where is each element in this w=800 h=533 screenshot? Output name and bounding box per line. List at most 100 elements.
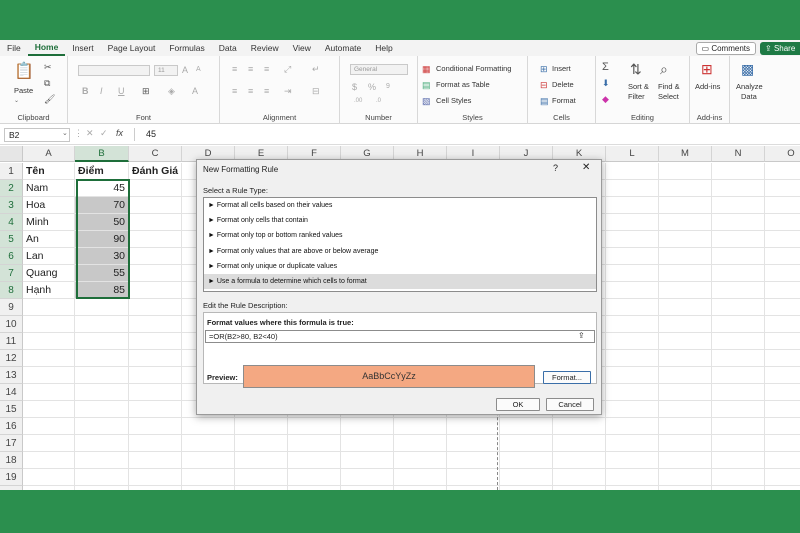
addins-button[interactable]: Add-ins <box>695 82 720 92</box>
delete-cells-button[interactable]: Delete <box>552 80 574 90</box>
align-bottom-icon[interactable]: ≡ <box>264 64 269 74</box>
cell[interactable] <box>712 486 765 490</box>
ok-button[interactable]: OK <box>496 398 540 411</box>
formula-field[interactable]: =OR(B2>80, B2<40) <box>205 330 595 343</box>
cell[interactable] <box>659 248 712 265</box>
cell[interactable] <box>182 452 235 469</box>
find-select-icon[interactable]: ⌕ <box>660 62 668 76</box>
cell[interactable] <box>606 418 659 435</box>
cancel-entry-icon[interactable]: ✕ <box>86 128 94 139</box>
cell[interactable] <box>129 248 182 265</box>
decrease-font-icon[interactable]: A <box>196 65 201 75</box>
cell[interactable] <box>129 486 182 490</box>
cell[interactable] <box>129 350 182 367</box>
cell[interactable] <box>712 401 765 418</box>
row-header[interactable]: 15 <box>0 401 23 418</box>
column-header[interactable]: B <box>75 146 129 162</box>
column-header[interactable]: L <box>606 146 659 162</box>
row-header[interactable]: 16 <box>0 418 23 435</box>
cell[interactable] <box>23 384 75 401</box>
cell[interactable] <box>606 452 659 469</box>
cell[interactable] <box>341 452 394 469</box>
cell[interactable] <box>606 248 659 265</box>
cell[interactable] <box>659 486 712 490</box>
cell[interactable] <box>23 350 75 367</box>
cell[interactable] <box>23 469 75 486</box>
cell[interactable] <box>75 350 129 367</box>
analyze-line2[interactable]: Data <box>741 92 757 102</box>
score-cell[interactable]: 90 <box>75 231 129 248</box>
rule-type-item[interactable]: ► Format only unique or duplicate values <box>204 259 596 274</box>
row-header[interactable]: 4 <box>0 214 23 231</box>
fill-icon[interactable]: ⬇ <box>602 78 610 88</box>
tab-help[interactable]: Help <box>368 40 399 56</box>
comments-button[interactable]: ▭ Comments <box>695 42 756 55</box>
cell[interactable] <box>606 197 659 214</box>
cell[interactable] <box>129 180 182 197</box>
cell[interactable] <box>500 469 553 486</box>
cell[interactable] <box>394 486 447 490</box>
row-header[interactable]: 20 <box>0 486 23 490</box>
comma-icon[interactable]: 9 <box>386 82 390 92</box>
cell[interactable] <box>288 435 341 452</box>
cell[interactable] <box>659 367 712 384</box>
underline-icon[interactable]: U <box>118 86 125 96</box>
rule-type-item[interactable]: ► Format all cells based on their values <box>204 198 596 213</box>
header-cell[interactable]: Tên <box>23 163 75 180</box>
name-box-dropdown-icon[interactable]: ⌄ <box>62 129 68 137</box>
cell[interactable] <box>288 486 341 490</box>
row-header[interactable]: 5 <box>0 231 23 248</box>
cell[interactable] <box>765 248 800 265</box>
cell[interactable] <box>606 333 659 350</box>
cell[interactable] <box>235 469 288 486</box>
cell[interactable] <box>288 452 341 469</box>
cell[interactable] <box>765 384 800 401</box>
insert-cells-button[interactable]: Insert <box>552 64 571 74</box>
row-header[interactable]: 3 <box>0 197 23 214</box>
cell[interactable] <box>659 163 712 180</box>
align-middle-icon[interactable]: ≡ <box>248 64 253 74</box>
cell[interactable] <box>500 435 553 452</box>
tab-data[interactable]: Data <box>212 40 244 56</box>
fill-color-icon[interactable]: ◈ <box>168 86 175 96</box>
cell[interactable] <box>553 435 606 452</box>
cell[interactable] <box>288 418 341 435</box>
cell[interactable] <box>659 350 712 367</box>
score-cell[interactable]: 85 <box>75 282 129 299</box>
cell[interactable] <box>659 401 712 418</box>
rule-type-item[interactable]: ► Format only cells that contain <box>204 213 596 228</box>
share-button[interactable]: ⇪ Share <box>760 42 800 55</box>
cell[interactable] <box>129 299 182 316</box>
cell[interactable] <box>606 350 659 367</box>
addins-icon[interactable]: ⊞ <box>701 62 713 76</box>
insert-function-icon[interactable]: fx <box>116 128 123 138</box>
header-cell[interactable]: Điểm <box>75 163 129 180</box>
align-top-icon[interactable]: ≡ <box>232 64 237 74</box>
cell[interactable] <box>765 180 800 197</box>
analyze-data-icon[interactable]: ▩ <box>741 62 754 76</box>
cell[interactable] <box>75 384 129 401</box>
cell[interactable] <box>659 265 712 282</box>
score-cell[interactable]: 30 <box>75 248 129 265</box>
cell[interactable] <box>394 435 447 452</box>
cell[interactable] <box>606 265 659 282</box>
score-cell[interactable]: 45 <box>75 180 129 197</box>
sort-label[interactable]: Sort & <box>628 82 649 92</box>
column-header[interactable]: C <box>129 146 182 162</box>
cell[interactable] <box>341 418 394 435</box>
cell[interactable] <box>659 214 712 231</box>
cell[interactable] <box>75 418 129 435</box>
cell[interactable] <box>288 469 341 486</box>
cell[interactable] <box>75 299 129 316</box>
conditional-formatting-button[interactable]: Conditional Formatting <box>436 64 511 74</box>
autosum-icon[interactable]: Σ <box>602 62 609 73</box>
clear-icon[interactable]: ◆ <box>602 94 609 104</box>
increase-decimal-icon[interactable]: .00 <box>354 96 362 106</box>
percent-icon[interactable]: % <box>368 82 376 92</box>
indent-icon[interactable]: ⇥ <box>284 86 292 96</box>
cell[interactable] <box>129 418 182 435</box>
row-header[interactable]: 13 <box>0 367 23 384</box>
cell[interactable] <box>129 452 182 469</box>
cell[interactable] <box>182 435 235 452</box>
select-label[interactable]: Select <box>658 92 679 102</box>
